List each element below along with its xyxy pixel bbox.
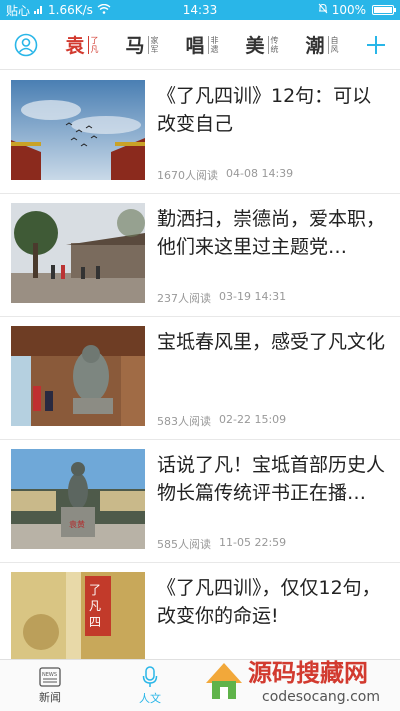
tab-chao-zifeng[interactable]: 潮 自 风 — [301, 20, 342, 70]
tab-sub: 非 遗 — [207, 35, 219, 54]
status-right: 100% — [318, 3, 396, 17]
wifi-icon — [97, 3, 111, 17]
svg-text:袁黄: 袁黄 — [69, 519, 85, 529]
article-thumbnail — [11, 80, 145, 180]
article-title: 《了凡四训》12句：可以改变自己 — [157, 85, 372, 135]
article-content: 宝坻春风里，感受了凡文化 583人阅读 02-22 15:09 — [145, 326, 400, 439]
tab-sub-1: 了 — [90, 35, 99, 45]
article-meta: 585人阅读 11-05 22:59 — [157, 536, 388, 552]
tab-ma-jiajun[interactable]: 马 家 军 — [121, 20, 162, 70]
status-left: 贴心 1.66K/s — [6, 2, 111, 19]
publish-date: 11-05 22:59 — [219, 536, 287, 549]
tab-sub-1: 非 — [210, 35, 219, 45]
article-title: 《了凡四训》，仅仅12句，改变你的命运! — [157, 577, 381, 627]
read-count: 583人阅读 — [157, 415, 211, 428]
read-count: 585人阅读 — [157, 538, 211, 551]
tab-sub-1: 自 — [330, 35, 339, 45]
read-count: 237人阅读 — [157, 292, 211, 305]
nav-news-label: 新闻 — [39, 690, 61, 704]
add-button[interactable] — [352, 20, 400, 70]
article-item[interactable]: 《了凡四训》12句：可以改变自己 1670人阅读 04-08 14:39 — [0, 71, 400, 194]
nav-culture-label: 人文 — [139, 691, 161, 705]
tab-sub-1: 家 — [150, 35, 159, 45]
newspaper-icon: NEWS — [39, 666, 61, 687]
microphone-icon — [142, 665, 158, 687]
tab-sub: 传 统 — [267, 35, 279, 54]
article-meta: 1670人阅读 04-08 14:39 — [157, 167, 388, 183]
tab-sub: 家 军 — [147, 35, 159, 54]
article-item[interactable]: 袁黄 话说了凡！宝坻首部历史人物长篇传统评书正在播… 585人阅读 11-05 … — [0, 440, 400, 563]
watermark-url: codesocang.com — [262, 689, 380, 705]
nav-news[interactable]: NEWS 新闻 — [0, 660, 100, 711]
tab-sub-2: 军 — [150, 44, 159, 54]
article-content: 《了凡四训》12句：可以改变自己 1670人阅读 04-08 14:39 — [145, 80, 400, 193]
article-content: 话说了凡！宝坻首部历史人物长篇传统评书正在播… 585人阅读 11-05 22:… — [145, 449, 400, 562]
tab-sub-2: 遗 — [210, 44, 219, 54]
user-icon — [14, 33, 38, 56]
news-icon-text: NEWS — [42, 672, 57, 678]
article-title: 宝坻春风里，感受了凡文化 — [157, 331, 386, 353]
tab-char: 潮 — [305, 35, 325, 57]
tab-sub: 自 风 — [327, 35, 339, 54]
publish-date: 03-19 14:31 — [219, 290, 287, 303]
tab-mei-chuantong[interactable]: 美 传 统 — [241, 20, 282, 70]
tab-char: 马 — [125, 35, 145, 57]
network-speed: 1.66K/s — [48, 3, 93, 17]
watermark-title: 源码搜藏网 — [248, 659, 368, 687]
article-thumbnail — [11, 326, 145, 426]
tab-sub-2: 凡 — [90, 44, 99, 54]
signal-icon — [34, 3, 44, 17]
article-thumbnail: 袁黄 — [11, 449, 145, 549]
tab-chang-feiyi[interactable]: 唱 非 遗 — [181, 20, 222, 70]
category-tabs: 袁 了 凡 马 家 军 唱 非 遗 美 传 统 潮 自 风 — [52, 20, 352, 70]
bell-mute-icon — [318, 3, 328, 17]
svg-text:了: 了 — [89, 583, 101, 597]
top-nav: 袁 了 凡 马 家 军 唱 非 遗 美 传 统 潮 自 风 — [0, 20, 400, 70]
tab-sub-1: 传 — [270, 35, 279, 45]
svg-text:四: 四 — [89, 615, 101, 629]
publish-date: 04-08 14:39 — [226, 167, 294, 180]
article-meta: 583人阅读 02-22 15:09 — [157, 413, 388, 429]
tab-sub-2: 统 — [270, 44, 279, 54]
article-item[interactable]: 宝坻春风里，感受了凡文化 583人阅读 02-22 15:09 — [0, 317, 400, 440]
article-meta: 237人阅读 03-19 14:31 — [157, 290, 388, 306]
article-thumbnail: 了 凡 四 — [11, 572, 145, 672]
tab-char: 美 — [245, 35, 265, 57]
article-list: 《了凡四训》12句：可以改变自己 1670人阅读 04-08 14:39 勤洒扫… — [0, 71, 400, 686]
publish-date: 02-22 15:09 — [219, 413, 287, 426]
article-title: 话说了凡！宝坻首部历史人物长篇传统评书正在播… — [157, 454, 386, 504]
battery-icon — [372, 5, 396, 15]
article-item[interactable]: 勤洒扫，崇德尚，爱本职，他们来这里过主题党… 237人阅读 03-19 14:3… — [0, 194, 400, 317]
article-title: 勤洒扫，崇德尚，爱本职，他们来这里过主题党… — [157, 208, 386, 258]
battery-percent: 100% — [331, 3, 366, 17]
profile-button[interactable] — [0, 20, 52, 70]
carrier-text: 贴心 — [6, 3, 31, 18]
tab-char: 唱 — [185, 35, 205, 57]
read-count: 1670人阅读 — [157, 169, 218, 182]
tab-yuan-liaofan[interactable]: 袁 了 凡 — [61, 20, 102, 70]
svg-text:凡: 凡 — [89, 599, 101, 613]
tab-sub-2: 风 — [330, 44, 339, 54]
article-content: 勤洒扫，崇德尚，爱本职，他们来这里过主题党… 237人阅读 03-19 14:3… — [145, 203, 400, 316]
tab-char: 袁 — [65, 35, 85, 57]
article-thumbnail — [11, 203, 145, 303]
nav-culture[interactable]: 人文 — [100, 660, 200, 711]
status-bar: 贴心 1.66K/s 14:33 100% — [0, 0, 400, 20]
plus-icon — [367, 35, 385, 54]
watermark-logo: 源码搜藏网 codesocang.com — [200, 649, 396, 707]
tab-sub: 了 凡 — [87, 35, 99, 54]
